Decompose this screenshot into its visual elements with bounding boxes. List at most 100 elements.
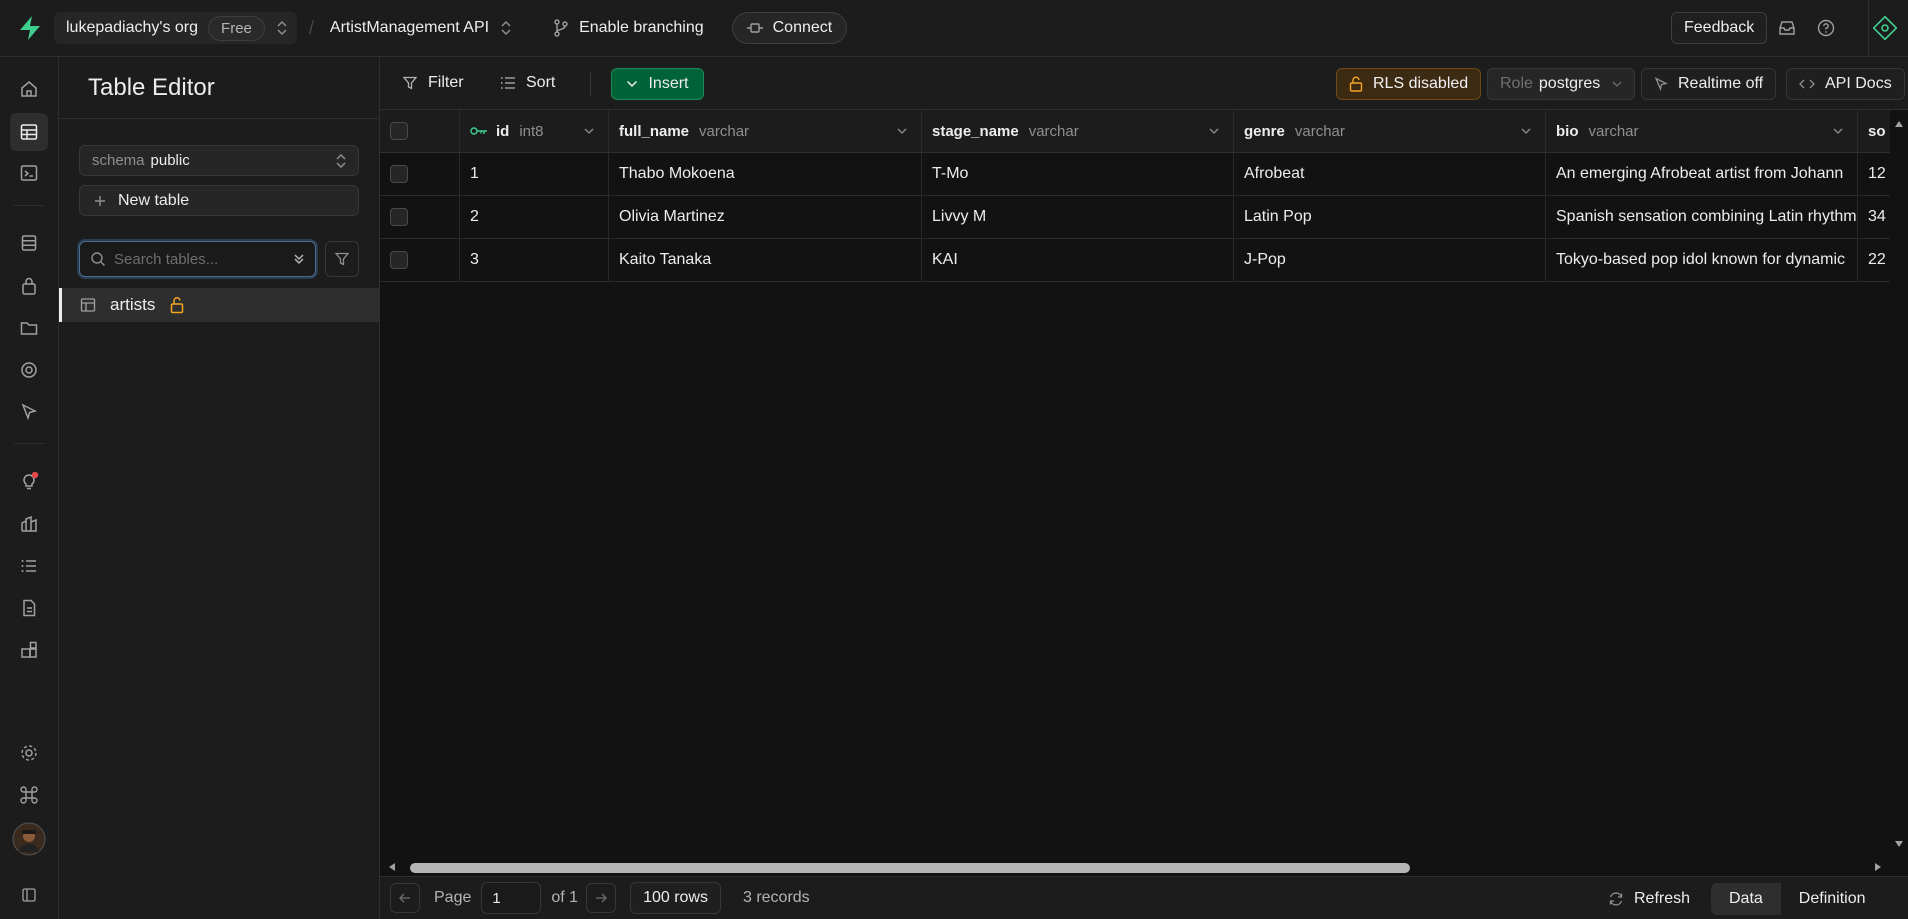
integrations-icon[interactable] xyxy=(10,631,48,669)
scroll-down-icon[interactable] xyxy=(1894,840,1904,848)
table-row[interactable]: 3 Kaito Tanaka KAI J-Pop Tokyo-based pop… xyxy=(380,239,1890,282)
insert-button[interactable]: Insert xyxy=(611,68,704,100)
enable-branching-button[interactable]: Enable branching xyxy=(553,19,704,37)
command-icon[interactable] xyxy=(10,776,48,814)
settings-icon[interactable] xyxy=(10,734,48,772)
cell-bio[interactable]: Tokyo-based pop idol known for dynamic xyxy=(1546,239,1858,281)
row-checkbox[interactable] xyxy=(390,251,408,269)
rls-disabled-button[interactable]: RLS disabled xyxy=(1336,68,1482,100)
column-header-stage-name[interactable]: stage_name varchar xyxy=(922,110,1234,152)
table-row[interactable]: 2 Olivia Martinez Livvy M Latin Pop Span… xyxy=(380,196,1890,239)
cell-genre[interactable]: Afrobeat xyxy=(1234,153,1546,195)
tab-definition[interactable]: Definition xyxy=(1781,883,1884,915)
advisors-icon[interactable] xyxy=(10,462,48,500)
org-selector[interactable]: lukepadiachy's org Free xyxy=(54,12,297,44)
view-toggle: Data Definition xyxy=(1711,883,1884,915)
chevron-down-icon[interactable] xyxy=(1521,128,1531,134)
filter-tables-button[interactable] xyxy=(325,241,359,277)
role-selector[interactable]: Role postgres xyxy=(1487,68,1636,100)
cell-genre[interactable]: Latin Pop xyxy=(1234,196,1546,238)
table-editor-icon[interactable] xyxy=(10,113,48,151)
prev-page-button[interactable] xyxy=(390,883,420,913)
connect-label: Connect xyxy=(772,19,833,36)
column-header-bio[interactable]: bio varchar xyxy=(1546,110,1858,152)
select-all-checkbox[interactable] xyxy=(390,122,408,140)
realtime-toggle-button[interactable]: Realtime off xyxy=(1641,68,1777,100)
schema-select[interactable]: schema public xyxy=(79,145,359,176)
refresh-button[interactable]: Refresh xyxy=(1608,883,1690,915)
cell-genre[interactable]: J-Pop xyxy=(1234,239,1546,281)
cell-id[interactable]: 2 xyxy=(460,196,609,238)
project-selector[interactable]: ArtistManagement API xyxy=(330,19,511,37)
cell-full-name[interactable]: Olivia Martinez xyxy=(609,196,922,238)
cell-stage-name[interactable]: KAI xyxy=(922,239,1234,281)
table-row[interactable]: 1 Thabo Mokoena T-Mo Afrobeat An emergin… xyxy=(380,153,1890,196)
sort-button[interactable]: Sort xyxy=(490,67,565,99)
role-value: postgres xyxy=(1538,75,1601,92)
primary-key-icon xyxy=(470,126,488,136)
api-docs-label: API Docs xyxy=(1825,75,1892,92)
cell-full-name[interactable]: Thabo Mokoena xyxy=(609,153,922,195)
cell-extra[interactable]: 34 xyxy=(1858,196,1890,238)
scroll-left-icon[interactable] xyxy=(388,862,396,872)
filter-button[interactable]: Filter xyxy=(392,67,474,99)
table-list-item[interactable]: artists xyxy=(59,288,380,322)
collapse-sidebar-icon[interactable] xyxy=(10,876,48,914)
page-input[interactable] xyxy=(481,882,542,914)
nav-rail xyxy=(0,57,59,919)
horizontal-scrollbar[interactable] xyxy=(380,858,1890,876)
cell-bio[interactable]: An emerging Afrobeat artist from Johann xyxy=(1546,153,1858,195)
avatar[interactable] xyxy=(10,820,48,858)
search-tables-input[interactable] xyxy=(114,250,274,268)
realtime-icon[interactable] xyxy=(10,393,48,431)
sql-editor-icon[interactable] xyxy=(10,154,48,192)
vertical-scrollbar[interactable] xyxy=(1890,110,1908,858)
grid-footer: Page of 1 100 rows 3 records Refresh Dat… xyxy=(380,876,1908,919)
horizontal-scroll-thumb[interactable] xyxy=(410,863,1410,873)
row-checkbox[interactable] xyxy=(390,208,408,226)
api-docs-icon[interactable] xyxy=(10,589,48,627)
chevron-down-icon[interactable] xyxy=(897,128,907,134)
chevron-down-icon[interactable] xyxy=(1833,128,1843,134)
auth-icon[interactable] xyxy=(10,267,48,305)
cell-stage-name[interactable]: Livvy M xyxy=(922,196,1234,238)
cell-extra[interactable]: 22 xyxy=(1858,239,1890,281)
inbox-icon[interactable] xyxy=(1776,17,1798,39)
cell-extra[interactable]: 12 xyxy=(1858,153,1890,195)
rows-per-page-button[interactable]: 100 rows xyxy=(630,882,721,914)
cell-id[interactable]: 1 xyxy=(460,153,609,195)
column-header-extra[interactable]: so xyxy=(1858,110,1890,152)
row-checkbox[interactable] xyxy=(390,165,408,183)
help-icon[interactable] xyxy=(1815,17,1837,39)
chevron-down-icon[interactable] xyxy=(584,128,594,134)
cell-full-name[interactable]: Kaito Tanaka xyxy=(609,239,922,281)
api-docs-button[interactable]: API Docs xyxy=(1786,68,1905,100)
unlock-icon xyxy=(169,296,185,314)
storage-icon[interactable] xyxy=(10,309,48,347)
supabase-logo-icon[interactable] xyxy=(0,0,60,57)
logs-icon[interactable] xyxy=(10,547,48,585)
column-header-id[interactable]: id int8 xyxy=(460,110,609,152)
column-header-full-name[interactable]: full_name varchar xyxy=(609,110,922,152)
select-all-cell xyxy=(380,110,460,152)
column-header-genre[interactable]: genre varchar xyxy=(1234,110,1546,152)
next-page-button[interactable] xyxy=(586,883,617,913)
cell-bio[interactable]: Spanish sensation combining Latin rhythm xyxy=(1546,196,1858,238)
scroll-up-icon[interactable] xyxy=(1894,120,1904,128)
database-icon[interactable] xyxy=(10,224,48,262)
assistant-icon[interactable] xyxy=(1872,15,1898,41)
home-icon[interactable] xyxy=(10,70,48,108)
reports-icon[interactable] xyxy=(10,505,48,543)
rail-divider xyxy=(14,205,44,206)
new-table-button[interactable]: New table xyxy=(79,185,359,216)
chevrons-down-icon[interactable] xyxy=(293,252,305,266)
scroll-right-icon[interactable] xyxy=(1874,862,1882,872)
search-tables-field[interactable] xyxy=(79,241,316,277)
tab-data[interactable]: Data xyxy=(1711,883,1781,915)
cell-stage-name[interactable]: T-Mo xyxy=(922,153,1234,195)
feedback-button[interactable]: Feedback xyxy=(1671,12,1768,44)
edge-functions-icon[interactable] xyxy=(10,351,48,389)
chevron-down-icon[interactable] xyxy=(1209,128,1219,134)
cell-id[interactable]: 3 xyxy=(460,239,609,281)
connect-button[interactable]: Connect xyxy=(731,12,848,44)
